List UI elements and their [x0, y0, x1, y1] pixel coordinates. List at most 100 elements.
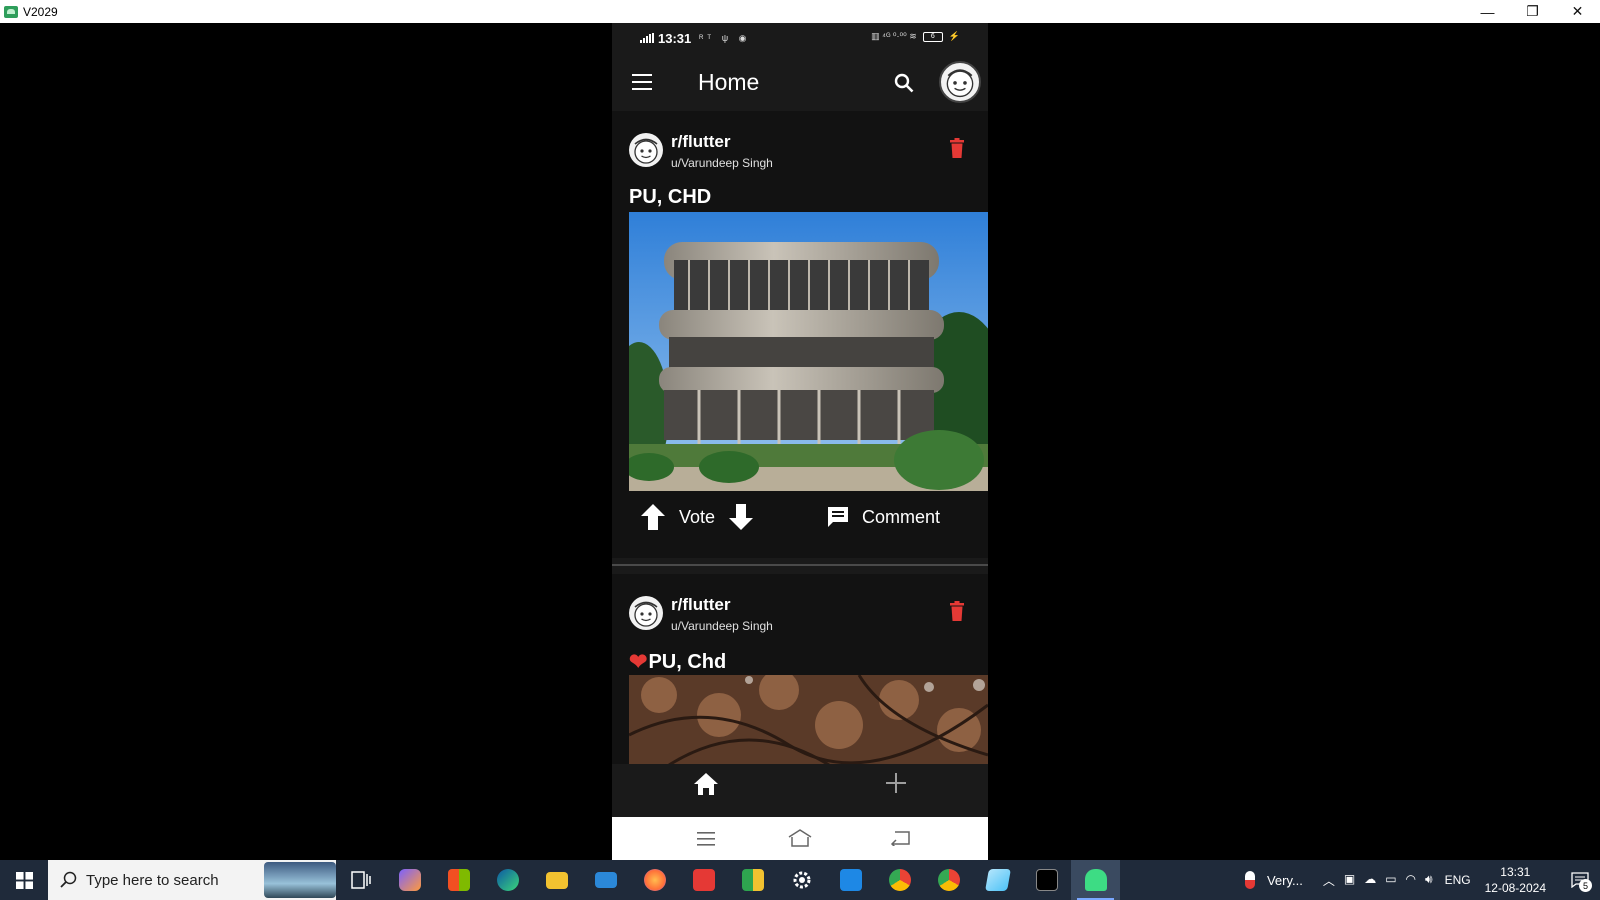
language-indicator[interactable]: ENG [1445, 873, 1471, 887]
post-author[interactable]: u/Varundeep Singh [671, 619, 773, 633]
close-button[interactable]: ✕ [1555, 0, 1600, 23]
post-divider [612, 564, 988, 566]
android-emulator-button[interactable] [1071, 860, 1120, 900]
meet-now-icon[interactable]: ▣ [1344, 872, 1355, 889]
chrome-profile-icon [937, 869, 960, 891]
window-controls: — ❐ ✕ [1465, 0, 1600, 23]
heart-icon: ❤ [629, 649, 648, 674]
delete-icon[interactable] [950, 601, 964, 621]
bottom-navigation [612, 764, 988, 817]
terminal-icon [1035, 869, 1058, 891]
chat-app-button[interactable] [728, 860, 777, 900]
windows-taskbar: Type here to search Very... ︿ ▣ ☁ ▭ ◠ 🔊︎… [0, 860, 1600, 900]
notification-count: 5 [1579, 879, 1592, 892]
notes-app-button[interactable] [973, 860, 1022, 900]
delete-icon[interactable] [950, 138, 964, 158]
post-title: PU, CHD [629, 186, 711, 209]
minimize-button[interactable]: — [1465, 0, 1510, 23]
copilot-button[interactable] [385, 860, 434, 900]
chrome-button[interactable] [875, 860, 924, 900]
search-placeholder: Type here to search [86, 871, 219, 889]
chevron-up-icon[interactable]: ︿ [1323, 872, 1335, 889]
onedrive-cloud-icon[interactable]: ☁ [1364, 872, 1376, 889]
chrome-profile-button[interactable] [924, 860, 973, 900]
subreddit-name[interactable]: r/flutter [671, 595, 731, 615]
taskbar-clock[interactable]: 13:31 12-08-2024 [1485, 864, 1546, 896]
snoo-avatar-icon [634, 601, 658, 627]
post-author[interactable]: u/Varundeep Singh [671, 156, 773, 170]
settings-button[interactable] [777, 860, 826, 900]
post-card[interactable]: r/flutter u/Varundeep Singh PU, CHD Vote… [612, 111, 988, 558]
volume-icon[interactable]: 🔊︎ [1425, 872, 1433, 889]
post-title-text: PU, CHD [629, 186, 712, 208]
firefox-icon [643, 869, 666, 891]
mail-button[interactable] [581, 860, 630, 900]
hamburger-menu-icon[interactable] [632, 74, 652, 90]
taskbar-search-box[interactable]: Type here to search [48, 860, 336, 900]
downvote-arrow-icon[interactable] [729, 504, 753, 530]
clock-date: 12-08-2024 [1484, 881, 1546, 895]
system-tray: Very... ︿ ▣ ☁ ▭ ◠ 🔊︎ ENG 13:31 12-08-202… [1244, 860, 1600, 900]
post-card[interactable]: r/flutter u/Varundeep Singh ❤ PU, Chd [612, 574, 988, 764]
terminal-button[interactable] [1022, 860, 1071, 900]
upvote-arrow-icon[interactable] [641, 504, 665, 530]
wifi-icon[interactable]: ◠ [1406, 872, 1416, 889]
microsoft-store-button[interactable] [434, 860, 483, 900]
subreddit-avatar[interactable] [629, 596, 663, 630]
status-right-icons: ▥ ⁴ᴳ ⁰·⁰⁰ ≋ 6 ⚡ [871, 31, 960, 42]
notes-app-icon [984, 869, 1011, 891]
post-actions: Vote Comment [612, 491, 988, 543]
system-back-icon[interactable] [890, 830, 910, 846]
restore-button[interactable]: ❐ [1510, 0, 1555, 23]
post-image[interactable] [629, 212, 988, 491]
windows-start-icon[interactable] [0, 860, 48, 900]
battery-level: 6 [930, 33, 935, 40]
vscode-icon [839, 869, 862, 891]
edge-button[interactable] [483, 860, 532, 900]
tree-canopy-image [629, 675, 988, 764]
notification-center-button[interactable]: 5 [1560, 860, 1600, 900]
status-bar: 13:31 ᴿᵀ ψ ◉ ▥ ⁴ᴳ ⁰·⁰⁰ ≋ 6 ⚡ [612, 23, 988, 53]
taskbar-apps [336, 860, 1120, 900]
window-title: V2029 [23, 4, 58, 19]
subreddit-avatar[interactable] [629, 133, 663, 167]
snoo-avatar-icon [946, 69, 974, 98]
system-home-icon[interactable] [788, 829, 812, 847]
chrome-icon [888, 869, 911, 891]
home-tab-icon[interactable] [693, 772, 719, 796]
settings-icon [793, 871, 810, 889]
phone-screen: 13:31 ᴿᵀ ψ ◉ ▥ ⁴ᴳ ⁰·⁰⁰ ≋ 6 ⚡ Home r/flut… [612, 23, 988, 860]
wps-office-icon [692, 869, 715, 891]
page-title: Home [698, 68, 760, 95]
post-title: ❤ PU, Chd [629, 649, 726, 675]
file-explorer-button[interactable] [532, 860, 581, 900]
weather-widget[interactable]: Very... [1244, 871, 1303, 889]
profile-avatar[interactable] [939, 61, 981, 103]
mail-icon [594, 872, 617, 888]
subreddit-name[interactable]: r/flutter [671, 132, 731, 152]
clock-time: 13:31 [1500, 865, 1531, 879]
search-highlight-image [264, 862, 336, 898]
search-icon[interactable] [894, 73, 914, 93]
comment-icon[interactable] [827, 506, 849, 528]
vote-label: Vote [679, 507, 716, 527]
post-title-text: PU, Chd [648, 650, 727, 673]
android-system-nav [612, 817, 988, 860]
app-logo-icon [4, 5, 18, 18]
chat-app-icon [741, 869, 764, 891]
wps-office-button[interactable] [679, 860, 728, 900]
copilot-icon [398, 869, 421, 891]
battery-icon: 6 [922, 31, 943, 42]
recent-apps-icon[interactable] [697, 832, 715, 846]
task-view-button[interactable] [336, 860, 385, 900]
comment-button[interactable]: Comment [862, 507, 940, 528]
vscode-button[interactable] [826, 860, 875, 900]
post-image[interactable] [629, 675, 988, 764]
window-titlebar: V2029 — ❐ ✕ [0, 0, 1600, 23]
signal-icon [640, 33, 654, 43]
search-icon [60, 871, 77, 888]
status-time: 13:31 [658, 30, 692, 46]
firefox-button[interactable] [630, 860, 679, 900]
add-post-icon[interactable] [885, 772, 907, 794]
battery-tray-icon[interactable]: ▭ [1385, 872, 1396, 889]
